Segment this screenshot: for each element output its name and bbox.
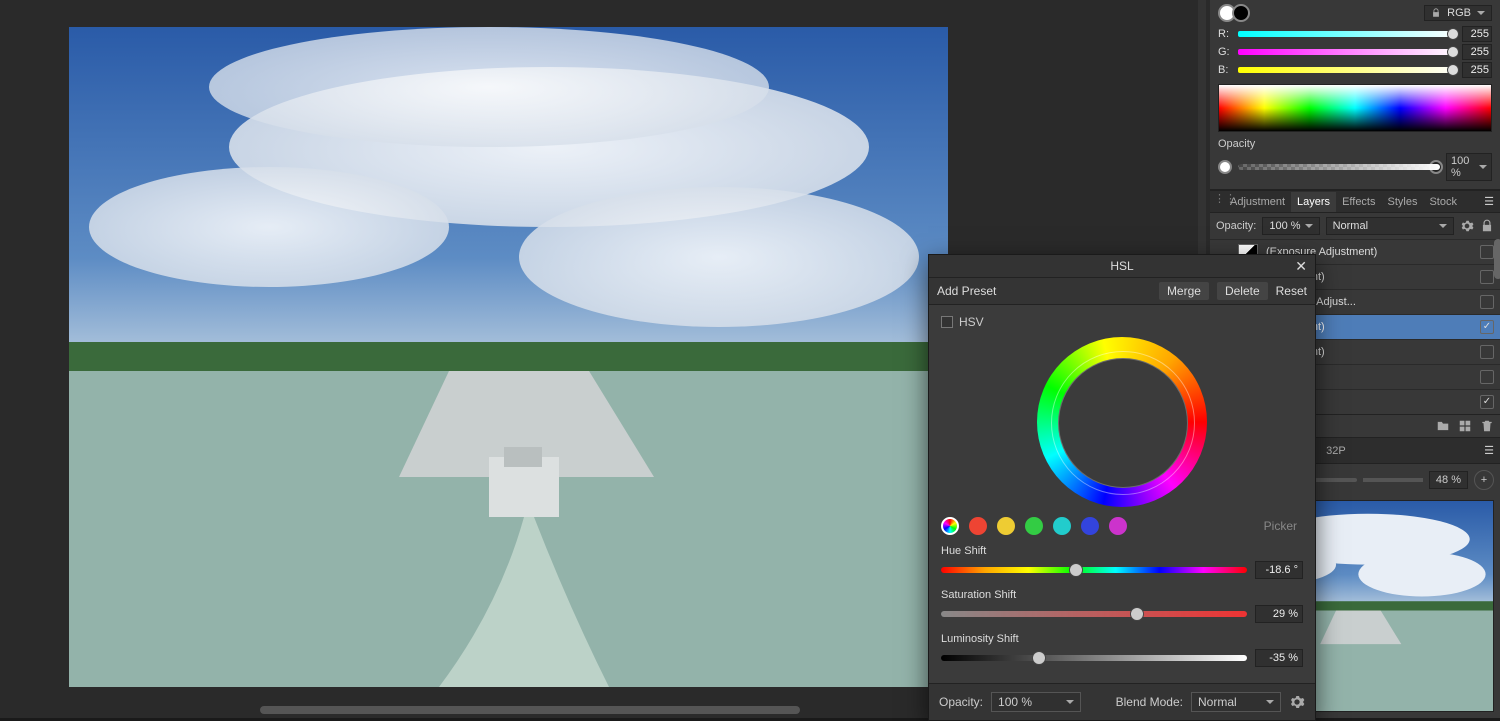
trash-icon[interactable] <box>1480 419 1494 433</box>
channel-slider[interactable] <box>1238 31 1456 37</box>
tab-effects[interactable]: Effects <box>1336 192 1381 212</box>
opacity-label: Opacity <box>1218 138 1255 150</box>
slider-label: Saturation Shift <box>941 589 1303 601</box>
layers-opacity-label: Opacity: <box>1216 220 1256 232</box>
secondary-color-swatch[interactable] <box>1232 4 1250 22</box>
channel-label: G: <box>1218 46 1232 58</box>
tab-stock[interactable]: Stock <box>1423 192 1463 212</box>
layer-visibility-checkbox[interactable] <box>1480 345 1494 359</box>
chevron-down-icon <box>1477 11 1485 15</box>
slider-value-field[interactable]: -18.6 ° <box>1255 561 1303 579</box>
picker-button[interactable]: Picker <box>1264 519 1303 533</box>
slider-track[interactable] <box>941 567 1247 573</box>
lock-icon[interactable] <box>1480 219 1494 233</box>
folder-icon[interactable] <box>1436 419 1450 433</box>
layer-visibility-checkbox[interactable] <box>1480 270 1494 284</box>
layers-scrollbar[interactable] <box>1494 239 1500 279</box>
color-panel: RGB R: 255 G: 255 B: 255 Opacity 100 % <box>1210 0 1500 190</box>
channel-label: R: <box>1218 28 1232 40</box>
hsl-blendmode-label: Blend Mode: <box>1116 695 1183 709</box>
slider-label: Hue Shift <box>941 545 1303 557</box>
opacity-value-field[interactable]: 100 % <box>1446 153 1492 181</box>
hue-channel-swatches: Picker <box>941 517 1303 535</box>
hue-swatch[interactable] <box>969 517 987 535</box>
channel-label: B: <box>1218 64 1232 76</box>
hsl-titlebar[interactable]: HSL ✕ <box>929 255 1315 278</box>
layers-options-bar: Opacity: 100 % Normal <box>1210 213 1500 239</box>
hsl-blendmode-dropdown[interactable]: Normal <box>1191 692 1281 712</box>
color-mode-dropdown[interactable]: RGB <box>1424 5 1492 21</box>
hsl-footer: Opacity: 100 % Blend Mode: Normal <box>929 683 1315 720</box>
gear-icon[interactable] <box>1460 219 1474 233</box>
slider-value-field[interactable]: -35 % <box>1255 649 1303 667</box>
slider-track[interactable] <box>941 611 1247 617</box>
tab-adjustment[interactable]: Adjustment <box>1224 192 1291 212</box>
hsl-opacity-dropdown[interactable]: 100 % <box>991 692 1081 712</box>
layers-blendmode-dropdown[interactable]: Normal <box>1326 217 1454 235</box>
gear-icon[interactable] <box>1289 694 1305 710</box>
slider-track[interactable] <box>941 655 1247 661</box>
opacity-slider[interactable] <box>1238 164 1440 170</box>
hsl-opacity-label: Opacity: <box>939 695 983 709</box>
tab-32p[interactable]: 32P <box>1318 441 1354 461</box>
hsl-dialog[interactable]: HSL ✕ Add Preset Merge Delete Reset HSV … <box>928 254 1316 721</box>
layer-visibility-checkbox[interactable] <box>1480 320 1494 334</box>
hsl-title-text: HSL <box>1110 259 1133 273</box>
hsv-checkbox[interactable] <box>941 316 953 328</box>
layer-visibility-checkbox[interactable] <box>1480 295 1494 309</box>
slider-value-field[interactable]: 29 % <box>1255 605 1303 623</box>
add-preset-link[interactable]: Add Preset <box>937 284 996 298</box>
channel-slider[interactable] <box>1238 49 1456 55</box>
tab-styles[interactable]: Styles <box>1382 192 1424 212</box>
hue-ring[interactable] <box>1037 337 1207 507</box>
close-icon[interactable]: ✕ <box>1295 258 1307 275</box>
channel-value-field[interactable]: 255 <box>1462 62 1492 78</box>
hue-swatch[interactable] <box>1025 517 1043 535</box>
color-mode-value: RGB <box>1447 7 1471 19</box>
hsv-label: HSV <box>959 315 984 329</box>
opacity-swatch <box>1218 160 1232 174</box>
zoom-add-button[interactable]: + <box>1474 470 1494 490</box>
layer-visibility-checkbox[interactable] <box>1480 245 1494 259</box>
layers-opacity-dropdown[interactable]: 100 % <box>1262 217 1319 235</box>
hue-swatch[interactable] <box>1053 517 1071 535</box>
delete-button[interactable]: Delete <box>1217 282 1268 300</box>
color-spectrum[interactable] <box>1218 84 1492 132</box>
panel-menu-icon[interactable]: ☰ <box>1478 191 1500 212</box>
channel-slider[interactable] <box>1238 67 1456 73</box>
hue-swatch[interactable] <box>997 517 1015 535</box>
zoom-value-field[interactable]: 48 % <box>1429 471 1468 489</box>
horizontal-scrollbar[interactable] <box>260 706 800 714</box>
hue-swatch[interactable] <box>941 517 959 535</box>
tab-layers[interactable]: Layers <box>1291 192 1336 212</box>
hsv-checkbox-row[interactable]: HSV <box>941 315 1303 329</box>
merge-button[interactable]: Merge <box>1159 282 1209 300</box>
panel-tabs: ⋮⋮ AdjustmentLayersEffectsStylesStock ☰ <box>1210 190 1500 213</box>
hsl-actions-bar: Add Preset Merge Delete Reset <box>929 278 1315 305</box>
reset-link[interactable]: Reset <box>1276 284 1307 298</box>
grid-icon[interactable] <box>1458 419 1472 433</box>
zoom-ticks <box>1363 478 1423 482</box>
lock-icon <box>1431 8 1441 18</box>
layer-visibility-checkbox[interactable] <box>1480 370 1494 384</box>
hue-swatch[interactable] <box>1109 517 1127 535</box>
slider-label: Luminosity Shift <box>941 633 1303 645</box>
layer-visibility-checkbox[interactable] <box>1480 395 1494 409</box>
panel-menu-icon[interactable]: ☰ <box>1478 440 1500 461</box>
document-image[interactable] <box>69 27 948 687</box>
channel-value-field[interactable]: 255 <box>1462 44 1492 60</box>
panel-grip-icon[interactable]: ⋮⋮ <box>1214 192 1220 212</box>
hue-swatch[interactable] <box>1081 517 1099 535</box>
channel-value-field[interactable]: 255 <box>1462 26 1492 42</box>
